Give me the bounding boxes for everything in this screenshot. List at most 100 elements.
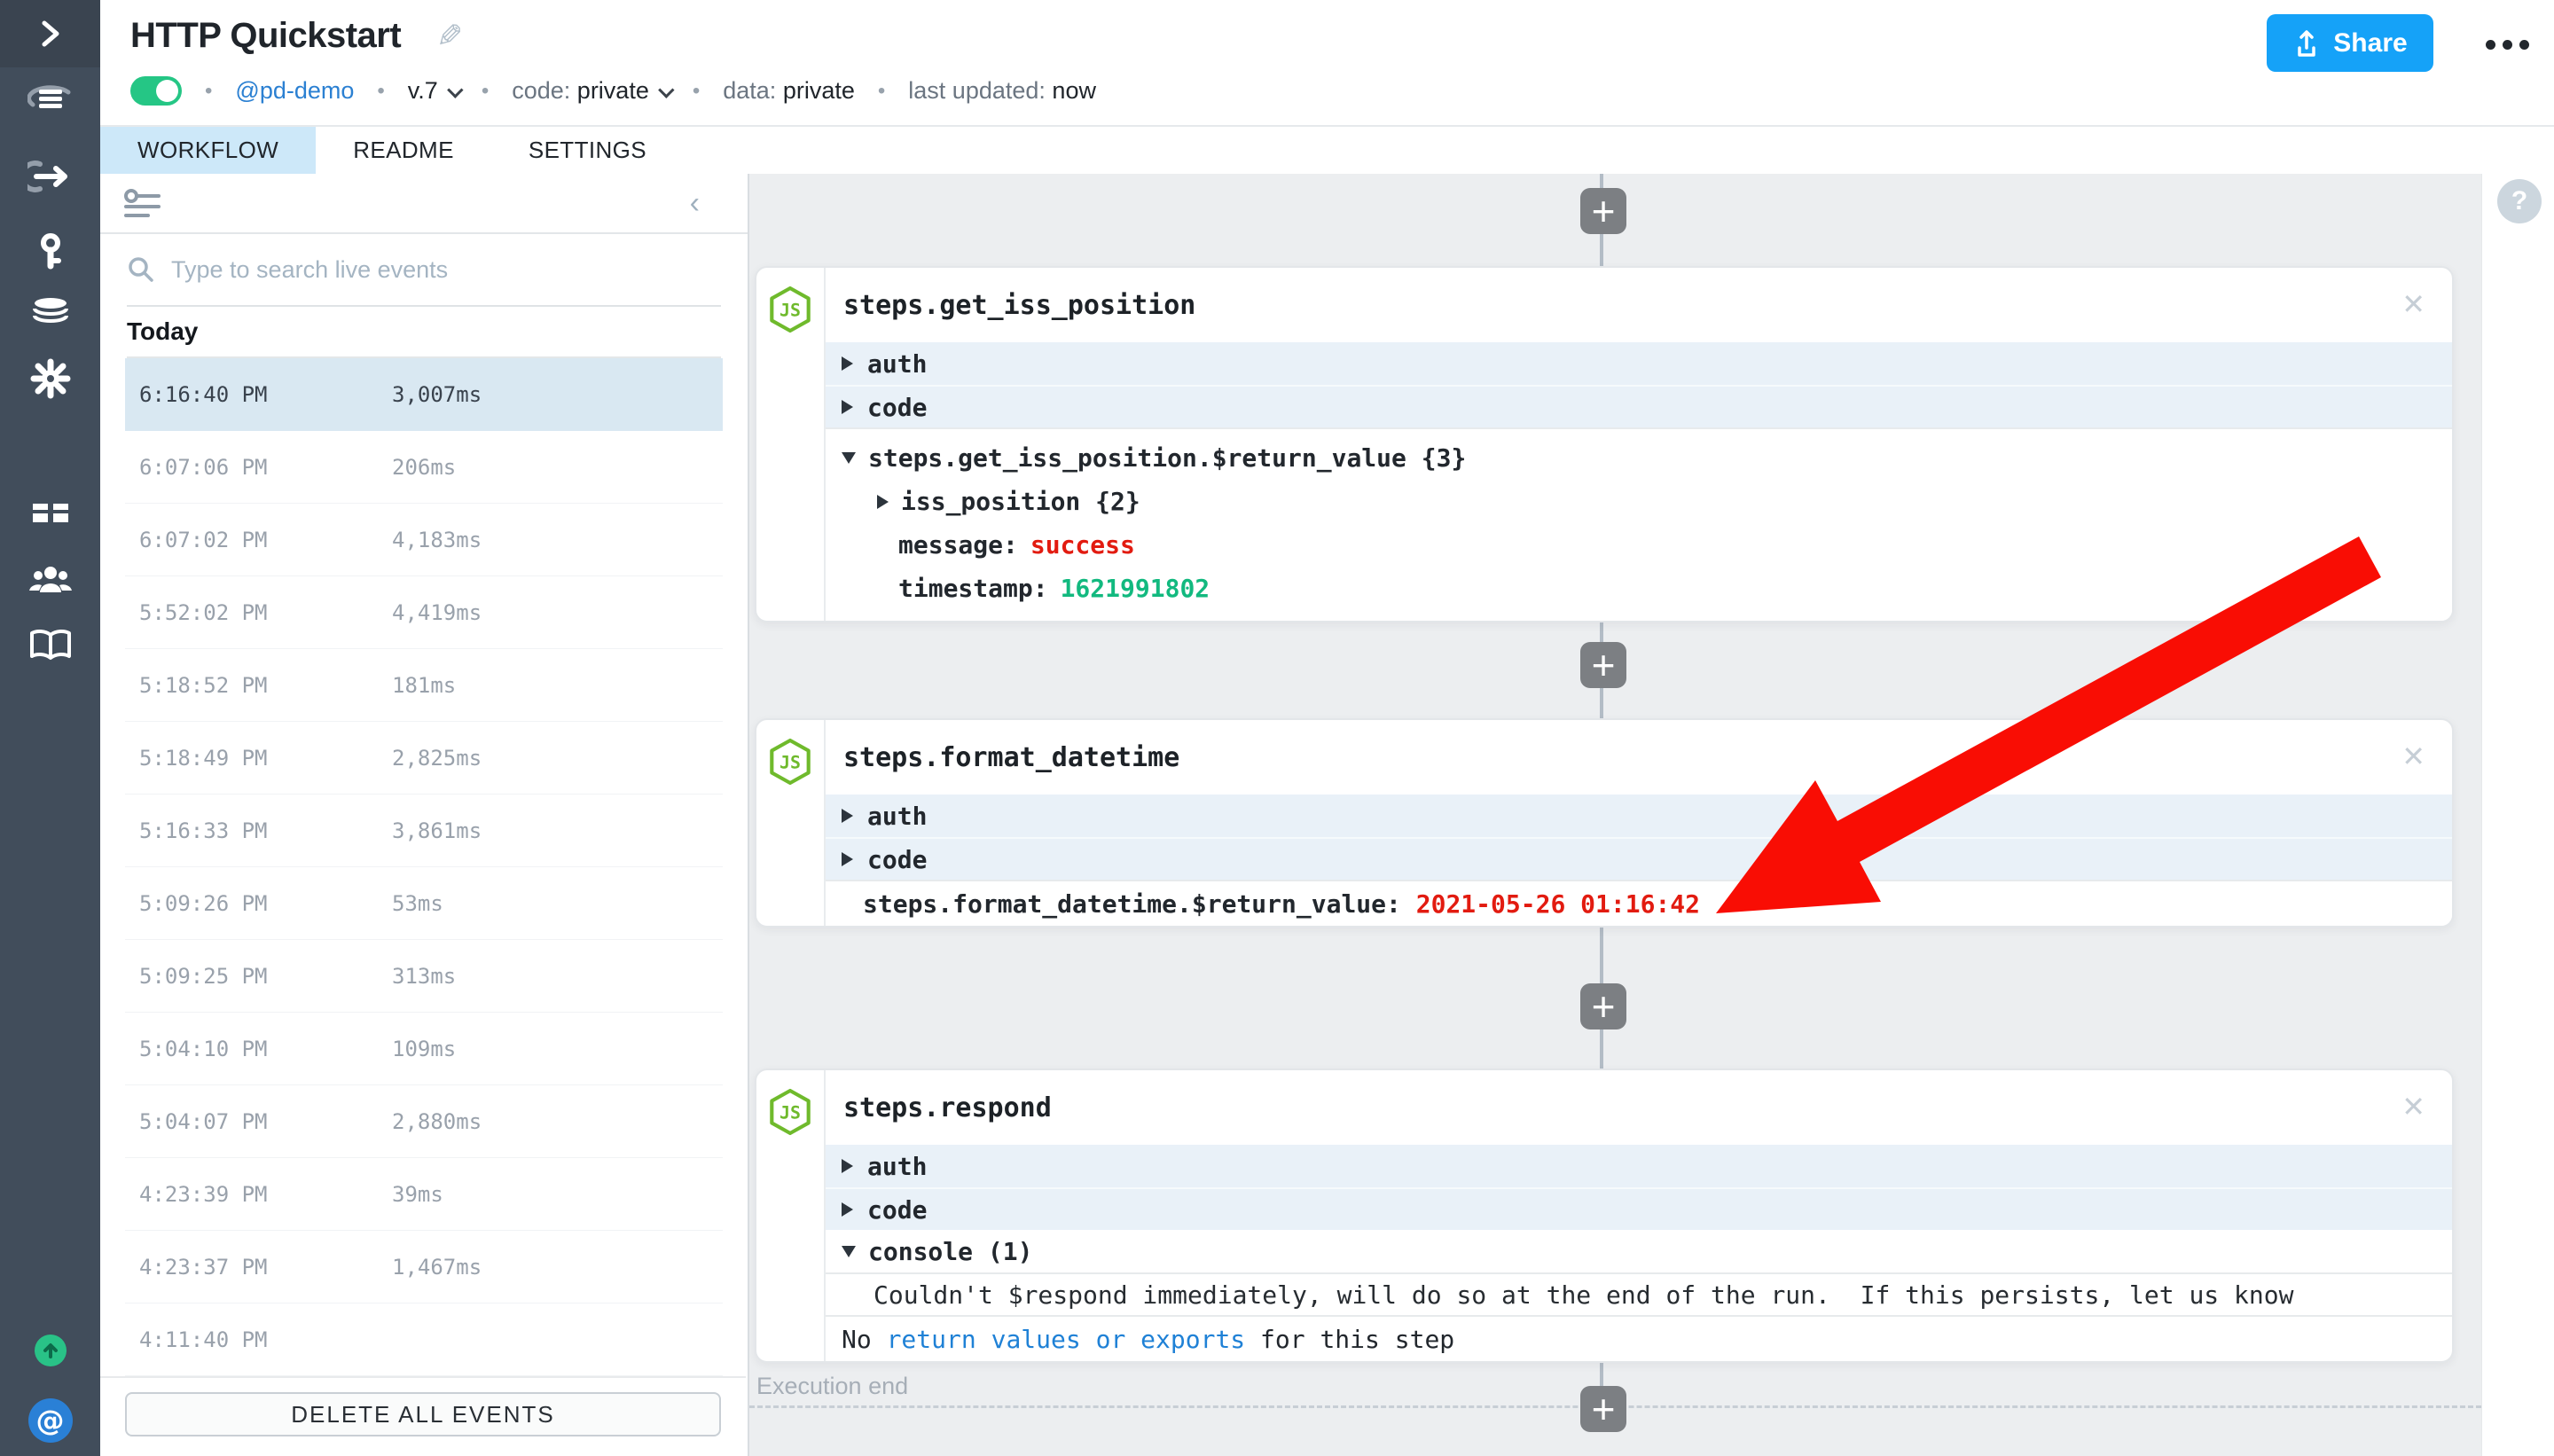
triangle-right-icon [842,400,853,414]
workflow-meta-row: • @pd-demo • v.7 • code: private • data:… [130,76,1096,106]
meta-separator: • [482,79,489,104]
add-step-button[interactable]: + [1580,1386,1626,1432]
return-value-toggle[interactable]: steps.get_iss_position.$return_value {3} [826,436,2452,480]
triangle-right-icon [842,809,853,823]
sidebar-item-workflows[interactable] [0,158,100,195]
close-icon[interactable]: ✕ [2401,287,2425,321]
event-row[interactable]: 4:11:40 PM [125,1303,723,1376]
output-message-line: message:success [826,523,2452,567]
code-section-toggle[interactable]: code [826,1187,2452,1230]
event-row[interactable]: 6:16:40 PM3,007ms [125,358,723,431]
add-step-button[interactable]: + [1580,983,1626,1029]
help-button[interactable]: ? [2497,179,2542,223]
nodejs-icon: JS [769,1088,811,1136]
live-events-panel: ‹ Today 6:16:40 PM3,007ms 6:07:06 PM206m… [100,174,749,1456]
gear-icon [30,358,71,399]
filter-events-button[interactable] [123,186,162,226]
tab-readme[interactable]: README [316,127,491,174]
auth-section-toggle[interactable]: auth [826,342,2452,385]
event-row[interactable]: 5:18:49 PM2,825ms [125,722,723,795]
close-icon[interactable]: ✕ [2401,1090,2425,1123]
auth-section-toggle[interactable]: auth [826,1145,2452,1187]
triangle-down-icon [842,1246,856,1257]
console-section-toggle[interactable]: console (1) [826,1230,2452,1272]
code-visibility-dropdown[interactable]: code: private [512,77,670,105]
version-dropdown[interactable]: v.7 [408,77,458,105]
event-row[interactable]: 6:07:06 PM206ms [125,431,723,504]
search-input[interactable] [171,256,721,284]
workflow-header: HTTP Quickstart ✎ • @pd-demo • v.7 • cod… [100,0,2554,125]
event-row[interactable]: 4:23:37 PM1,467ms [125,1231,723,1303]
sidebar-item-auth[interactable] [0,232,100,271]
add-step-button[interactable]: + [1580,642,1626,688]
sidebar-item-community[interactable] [0,562,100,598]
tab-settings[interactable]: SETTINGS [491,127,684,174]
svg-text:JS: JS [780,300,801,320]
account-link[interactable]: @pd-demo [235,77,354,105]
no-exports-line: No return values or exports for this ste… [826,1315,2452,1361]
step-title: steps.get_iss_position [843,290,1195,321]
chevron-right-icon [35,16,66,51]
book-icon [27,628,74,663]
collapse-panel-button[interactable]: ‹ [690,186,700,221]
nodejs-icon: JS [769,738,811,786]
code-section-toggle[interactable]: code [826,837,2452,880]
event-row[interactable]: 5:09:25 PM313ms [125,940,723,1013]
event-row[interactable]: 5:04:10 PM109ms [125,1013,723,1085]
workflow-tabs: WORKFLOW README SETTINGS [100,125,2554,174]
sidebar-upgrade-button[interactable] [0,1335,100,1366]
pipedream-workflow-app: @ HTTP Quickstart ✎ • @pd-demo • v.7 • c… [0,0,2554,1456]
key-icon [33,232,68,271]
sidebar-item-home[interactable] [0,80,100,117]
event-row[interactable]: 6:07:02 PM4,183ms [125,504,723,576]
event-row[interactable]: 5:04:07 PM2,880ms [125,1085,723,1158]
workflow-active-toggle[interactable] [130,76,182,106]
step-rail: JS [756,720,826,926]
filter-icon [123,186,162,222]
step-card-get-iss-position: JS steps.get_iss_position ✕ auth code st… [755,266,2454,622]
sidebar-item-settings[interactable] [0,358,100,399]
step-card-format-datetime: JS steps.format_datetime ✕ auth code ste… [755,718,2454,928]
events-section-label: Today [127,317,198,346]
sidebar-item-docs[interactable] [0,628,100,663]
edit-title-icon[interactable]: ✎ [436,18,463,55]
event-row[interactable]: 5:52:02 PM4,419ms [125,576,723,649]
share-button[interactable]: Share [2267,14,2433,72]
execution-end-label: Execution end [756,1373,908,1400]
apps-grid-icon [30,497,71,534]
tab-workflow[interactable]: WORKFLOW [100,127,316,174]
sidebar-item-marketplace[interactable] [0,497,100,534]
event-row[interactable]: 5:16:33 PM3,861ms [125,795,723,867]
event-row[interactable]: 5:09:26 PM53ms [125,867,723,940]
event-search [127,234,721,307]
sidebar-item-sources[interactable] [0,294,100,330]
exports-doc-link[interactable]: return values or exports [887,1325,1246,1354]
event-row[interactable]: 5:18:52 PM181ms [125,649,723,722]
code-section-toggle[interactable]: code [826,385,2452,427]
run-arrow-icon [27,158,74,195]
delete-all-events-button[interactable]: DELETE ALL EVENTS [125,1392,721,1436]
step-rail: JS [756,1070,826,1361]
people-icon [27,562,74,598]
chevron-down-icon [447,82,463,98]
data-visibility-label: data: private [723,77,855,105]
sidebar-expand-button[interactable] [0,0,100,67]
step-rail: JS [756,268,826,621]
meta-separator: • [377,79,384,104]
step-output-section: steps.get_iss_position.$return_value {3}… [826,427,2452,621]
close-icon[interactable]: ✕ [2401,740,2425,773]
triangle-right-icon [842,1159,853,1173]
at-icon: @ [28,1398,73,1443]
event-list: 6:16:40 PM3,007ms 6:07:06 PM206ms 6:07:0… [100,358,748,1376]
arrow-up-icon [42,1342,59,1359]
add-step-button[interactable]: + [1580,188,1626,234]
chevron-down-icon [658,82,674,98]
event-row[interactable]: 4:23:39 PM39ms [125,1158,723,1231]
triangle-right-icon [842,356,853,371]
more-options-button[interactable] [2486,27,2529,62]
sidebar-account-button[interactable]: @ [0,1398,100,1443]
auth-section-toggle[interactable]: auth [826,795,2452,837]
iss-position-toggle[interactable]: iss_position {2} [826,480,2452,523]
step-title: steps.format_datetime [843,742,1179,773]
last-updated-label: last updated: now [908,77,1096,105]
